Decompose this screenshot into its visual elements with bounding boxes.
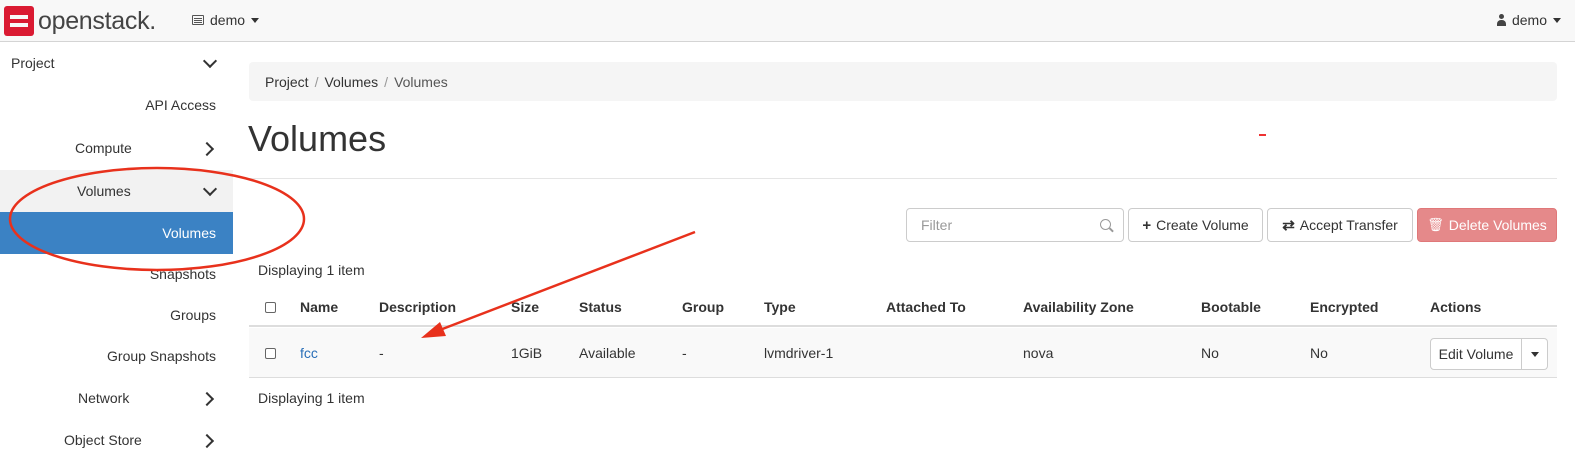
sidebar-item-label: Volumes — [162, 225, 216, 241]
page-title: Volumes — [248, 118, 387, 159]
annotation-dash — [1259, 134, 1266, 136]
display-count-top: Displaying 1 item — [258, 262, 365, 278]
breadcrumb-separator: / — [384, 73, 389, 90]
breadcrumb-current: Volumes — [394, 73, 448, 90]
column-header-name[interactable]: Name — [300, 299, 338, 315]
caret-down-icon — [1553, 17, 1561, 23]
column-header-actions: Actions — [1430, 299, 1482, 315]
sidebar-item-compute[interactable]: Compute — [0, 127, 233, 169]
select-all-checkbox[interactable] — [265, 302, 276, 313]
trash-icon: 🗑 — [1427, 217, 1444, 232]
sidebar-item-label: API Access — [145, 97, 216, 113]
display-count-bottom: Displaying 1 item — [258, 390, 365, 406]
column-header-type[interactable]: Type — [764, 299, 796, 315]
chevron-down-icon — [202, 181, 218, 197]
accept-transfer-label: Accept Transfer — [1299, 217, 1398, 233]
sidebar-item-groups[interactable]: Groups — [0, 294, 233, 336]
top-navbar: openstack. demo demo — [0, 0, 1575, 42]
actions-dropdown-toggle[interactable] — [1522, 338, 1548, 370]
breadcrumb-item-project[interactable]: Project — [265, 74, 309, 90]
cell-bootable: No — [1201, 345, 1219, 361]
sidebar-item-volumes-group[interactable]: Volumes — [0, 170, 233, 212]
delete-volumes-button[interactable]: 🗑 Delete Volumes — [1417, 208, 1557, 242]
sidebar-item-project[interactable]: Project — [0, 42, 233, 84]
sidebar-item-label: Group Snapshots — [107, 348, 216, 364]
sidebar-item-group-snapshots[interactable]: Group Snapshots — [0, 335, 233, 377]
create-volume-button[interactable]: + Create Volume — [1128, 208, 1263, 242]
filter-input[interactable] — [919, 209, 1093, 241]
openstack-logo[interactable]: openstack. — [4, 6, 156, 36]
divider — [249, 178, 1557, 179]
create-volume-label: Create Volume — [1156, 217, 1249, 233]
table-header: Name Description Size Status Group Type … — [249, 287, 1557, 327]
user-label: demo — [1511, 12, 1547, 28]
sidebar-item-network[interactable]: Network — [0, 377, 233, 419]
project-switcher[interactable]: demo — [192, 12, 260, 28]
project-label: demo — [210, 12, 246, 28]
sidebar-item-api-access[interactable]: API Access — [0, 84, 233, 126]
caret-down-icon — [251, 17, 260, 23]
chevron-down-icon — [202, 53, 218, 69]
sidebar-item-label: Groups — [170, 307, 216, 323]
search-icon[interactable] — [1100, 219, 1111, 230]
exchange-icon: ⇄ — [1282, 217, 1295, 234]
sidebar-item-label: Compute — [75, 140, 132, 156]
sidebar-item-label: Project — [11, 55, 55, 71]
cell-size: 1GiB — [511, 345, 543, 361]
sidebar-item-object-store[interactable]: Object Store — [0, 419, 233, 461]
breadcrumb-separator: / — [314, 73, 319, 90]
sidebar-item-label: Volumes — [77, 183, 131, 199]
column-header-bootable[interactable]: Bootable — [1201, 299, 1261, 315]
breadcrumb: Project / Volumes / Volumes — [249, 62, 1557, 101]
openstack-logo-icon — [4, 6, 34, 36]
column-header-attached-to[interactable]: Attached To — [886, 299, 966, 315]
volume-name-link[interactable]: fcc — [300, 345, 318, 361]
column-header-size[interactable]: Size — [511, 299, 539, 315]
column-header-availability-zone[interactable]: Availability Zone — [1023, 299, 1134, 315]
logo-text: openstack. — [38, 6, 156, 35]
chevron-right-icon — [199, 141, 215, 157]
chevron-right-icon — [199, 433, 215, 449]
cell-availability-zone: nova — [1023, 345, 1054, 361]
user-menu[interactable]: demo — [1496, 12, 1561, 28]
table-row: fcc - 1GiB Available - lvmdriver-1 nova … — [249, 328, 1557, 378]
sidebar-item-label: Snapshots — [149, 266, 216, 282]
cell-type: lvmdriver-1 — [764, 345, 834, 361]
delete-volumes-label: Delete Volumes — [1448, 217, 1547, 233]
filter-field[interactable] — [906, 208, 1124, 242]
row-checkbox[interactable] — [265, 348, 276, 359]
column-header-description[interactable]: Description — [379, 299, 456, 315]
cell-encrypted: No — [1310, 345, 1328, 361]
sidebar: Project API Access Compute Volumes Volum… — [0, 42, 233, 449]
chevron-right-icon — [199, 391, 215, 407]
cell-status: Available — [579, 345, 636, 361]
plus-icon: + — [1142, 216, 1152, 234]
user-icon — [1496, 14, 1506, 26]
sidebar-item-volumes[interactable]: Volumes — [0, 212, 233, 254]
project-icon — [192, 15, 204, 25]
cell-description: - — [379, 345, 384, 361]
row-actions: Edit Volume — [1430, 338, 1548, 370]
column-header-status[interactable]: Status — [579, 299, 622, 315]
breadcrumb-item-volumes[interactable]: Volumes — [324, 74, 378, 90]
column-header-group[interactable]: Group — [682, 299, 724, 315]
edit-volume-button[interactable]: Edit Volume — [1430, 338, 1522, 370]
column-header-encrypted[interactable]: Encrypted — [1310, 299, 1378, 315]
cell-group: - — [682, 345, 687, 361]
accept-transfer-button[interactable]: ⇄ Accept Transfer — [1267, 208, 1413, 242]
sidebar-item-label: Network — [78, 390, 130, 406]
caret-down-icon — [1530, 351, 1539, 357]
sidebar-item-label: Object Store — [64, 432, 142, 448]
sidebar-item-snapshots[interactable]: Snapshots — [0, 253, 233, 295]
